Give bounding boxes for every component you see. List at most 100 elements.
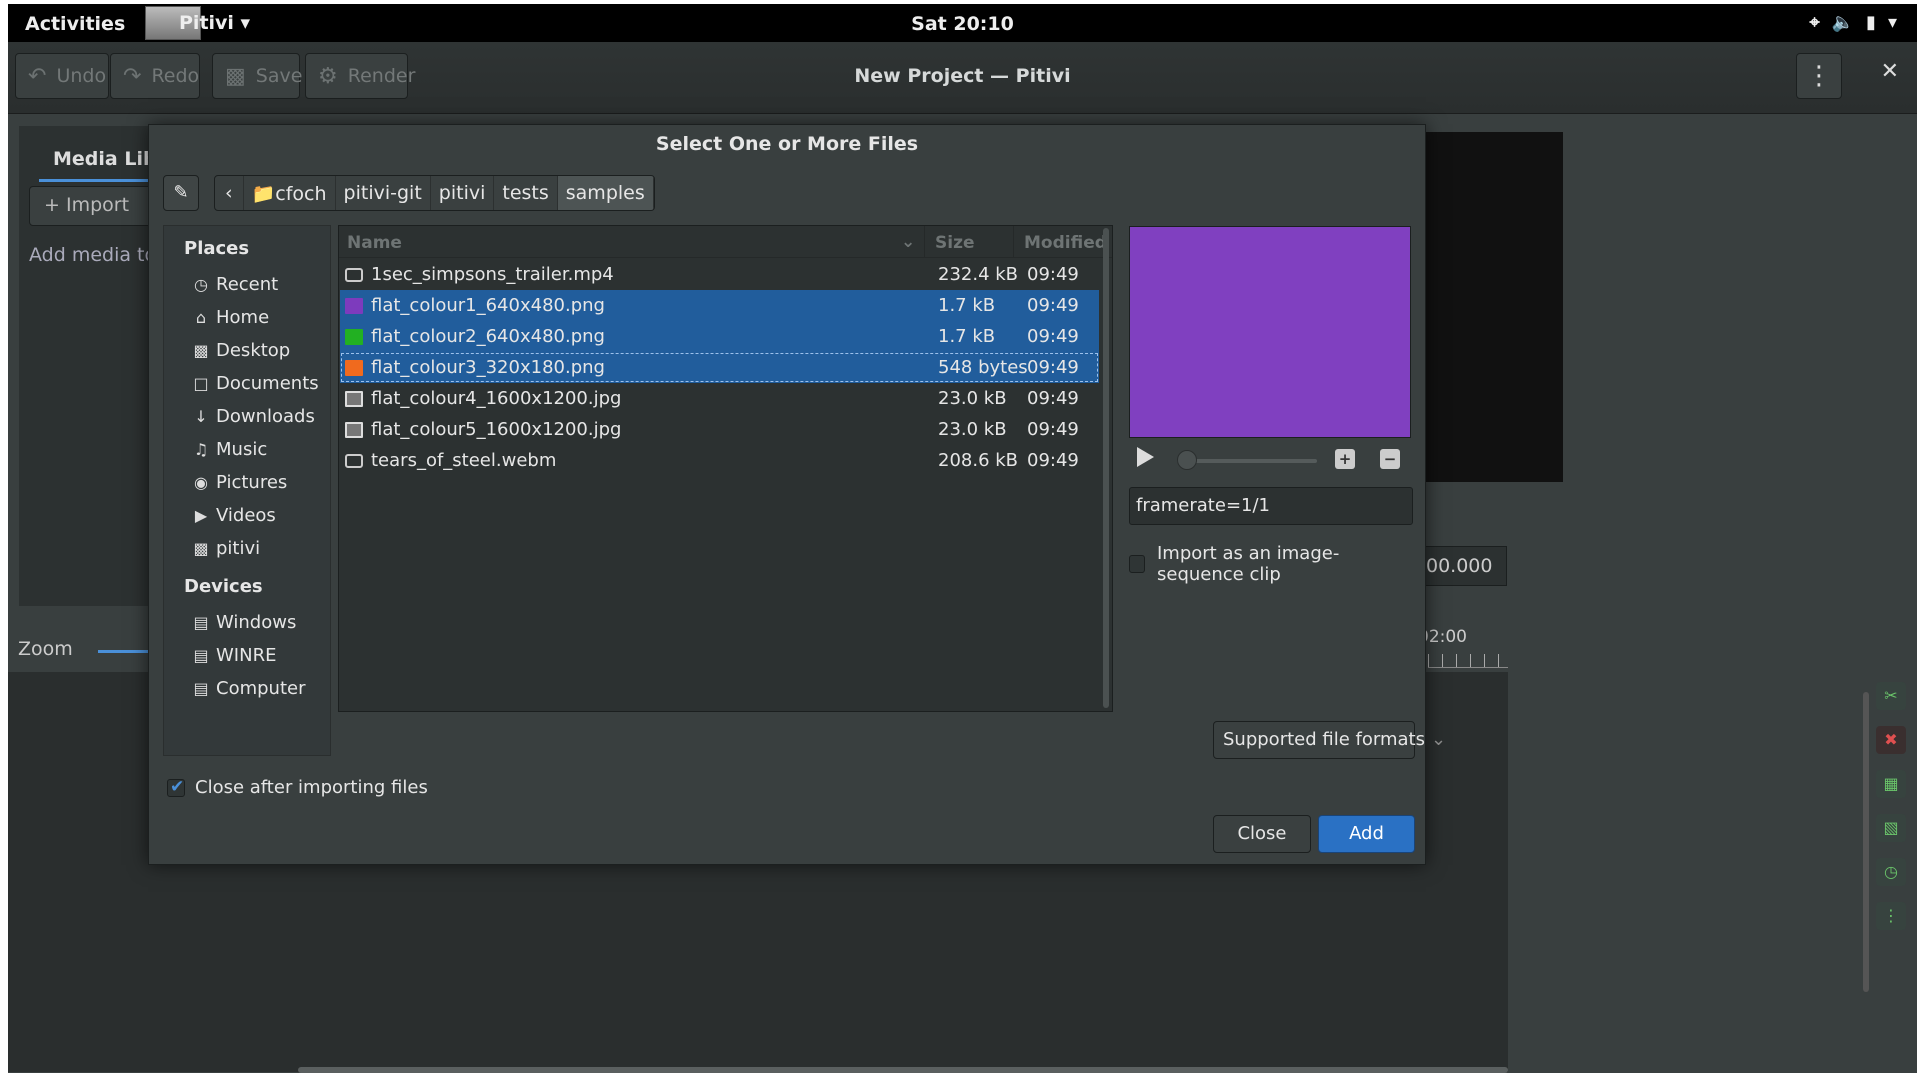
sidebar-item-pictures[interactable]: ◉ Pictures [192, 466, 287, 498]
color-swatch-icon [345, 297, 363, 314]
timeline-horizontal-scrollbar[interactable] [298, 1067, 1508, 1073]
group-icon[interactable]: ▦ [1876, 770, 1906, 798]
save-button[interactable]: ▩ Save [212, 53, 302, 99]
column-size-header[interactable]: Size [935, 233, 975, 253]
table-row[interactable]: flat_colour3_320x180.png 548 bytes 09:49 [340, 352, 1099, 383]
image-sequence-label: Import as an image-sequence clip [1157, 543, 1340, 585]
path-segment-cfoch[interactable]: 📁cfoch [244, 176, 336, 210]
chevron-down-icon: ⌄ [1430, 729, 1447, 750]
zoom-label: Zoom [18, 638, 73, 660]
redo-button[interactable]: ↷ Redo [110, 53, 200, 99]
table-row[interactable]: tears_of_steel.webm 208.6 kB 09:49 [340, 445, 1099, 476]
image-sequence-option[interactable]: Import as an image-sequence clip [1129, 543, 1425, 585]
file-filter-dropdown[interactable]: Supported file formats ⌄ [1213, 721, 1446, 759]
close-after-checkbox[interactable] [167, 777, 185, 797]
drive-icon: ▤ [193, 645, 209, 665]
volume-icon: 🔈 [1831, 12, 1855, 33]
align-icon[interactable]: ◷ [1876, 858, 1906, 886]
video-file-icon [345, 267, 363, 282]
timeline-ruler[interactable] [1428, 654, 1508, 668]
sidebar-item-downloads[interactable]: ↓ Downloads [192, 400, 315, 432]
play-icon[interactable] [1137, 447, 1154, 467]
image-sequence-checkbox[interactable] [1129, 555, 1145, 573]
table-row[interactable]: flat_colour1_640x480.png 1.7 kB 09:49 [340, 290, 1099, 321]
redo-icon: ↷ [123, 63, 142, 89]
media-library-panel: Media Librar + Import Add media to yo [19, 126, 169, 606]
undo-button[interactable]: ↶ Undo [15, 53, 109, 99]
system-tray[interactable]: ⌖ 🔈 ▮ ▾ [1809, 12, 1897, 33]
sidebar-item-computer[interactable]: ▤ Computer [192, 672, 305, 704]
preview-seek-bar[interactable] [1177, 459, 1317, 463]
folder-icon: ▩ [193, 538, 209, 558]
image-file-icon [345, 421, 363, 438]
sidebar-item-label: WINRE [216, 644, 277, 666]
sidebar-item-home[interactable]: ⌂ Home [192, 301, 269, 333]
location-edit-button[interactable]: ✎ [163, 175, 199, 211]
image-file-icon [345, 390, 363, 407]
ungroup-icon[interactable]: ▧ [1876, 814, 1906, 842]
zoom-in-icon[interactable]: + [1335, 449, 1355, 469]
activities-button[interactable]: Activities [25, 13, 125, 35]
sidebar-item-windows[interactable]: ▤ Windows [192, 606, 296, 638]
file-modified: 09:49 [1027, 419, 1079, 440]
places-sidebar: Places ◷ Recent ⌂ Home ▩ Desktop □ Documents… [163, 225, 331, 756]
delete-icon[interactable]: ✖ [1876, 726, 1906, 754]
column-modified-header[interactable]: Modified [1024, 233, 1107, 253]
path-segment-pitivi-git[interactable]: pitivi-git [336, 176, 431, 210]
column-name-header[interactable]: Name [347, 233, 402, 253]
clock[interactable]: Sat 20:10 [8, 13, 1917, 35]
table-row[interactable]: flat_colour2_640x480.png 1.7 kB 09:49 [340, 321, 1099, 352]
split-icon[interactable]: ✂ [1876, 682, 1906, 710]
sidebar-item-music[interactable]: ♫ Music [192, 433, 267, 465]
table-row[interactable]: flat_colour5_1600x1200.jpg 23.0 kB 09:49 [340, 414, 1099, 445]
chevron-left-icon: ‹ [225, 182, 233, 204]
sidebar-item-label: Downloads [216, 405, 315, 427]
undo-icon: ↶ [28, 63, 47, 89]
sidebar-item-label: Recent [216, 273, 279, 295]
path-segment-pitivi[interactable]: pitivi [431, 176, 495, 210]
video-icon: ▶ [194, 505, 208, 525]
sidebar-item-recent[interactable]: ◷ Recent [192, 268, 278, 300]
places-header: Places [184, 238, 250, 259]
framerate-field[interactable]: framerate=1/1 [1129, 487, 1413, 525]
path-segment-samples[interactable]: samples [557, 176, 654, 210]
file-name: flat_colour1_640x480.png [371, 295, 605, 316]
path-segment-tests[interactable]: tests [494, 176, 558, 210]
close-button[interactable]: Close [1213, 815, 1311, 853]
preview-controls: + − [1129, 443, 1411, 479]
seek-handle[interactable] [1177, 450, 1197, 470]
sidebar-item-label: Music [216, 438, 268, 460]
battery-icon: ▮ [1866, 12, 1876, 33]
drive-icon: ▤ [193, 678, 209, 698]
main-menu-button[interactable]: ⋮ [1796, 53, 1842, 99]
file-size: 1.7 kB [938, 326, 996, 347]
timeline-vertical-scrollbar[interactable] [1863, 692, 1869, 992]
file-size: 208.6 kB [938, 450, 1019, 471]
close-after-option[interactable]: Close after importing files [167, 777, 428, 798]
app-menu[interactable]: Pitivi ▾ [145, 4, 262, 42]
sidebar-item-pitivi[interactable]: ▩ pitivi [192, 532, 260, 564]
file-size: 23.0 kB [938, 388, 1007, 409]
time-field[interactable]: 00.000 [1413, 546, 1507, 586]
window-close-icon[interactable]: ✕ [1881, 59, 1899, 84]
table-row[interactable]: flat_colour4_1600x1200.jpg 23.0 kB 09:49 [340, 383, 1099, 414]
file-size: 1.7 kB [938, 295, 996, 316]
sort-chevron-icon: ⌄ [901, 232, 916, 252]
table-row[interactable]: 1sec_simpsons_trailer.mp4 232.4 kB 09:49 [340, 259, 1099, 290]
sidebar-item-videos[interactable]: ▶ Videos [192, 499, 276, 531]
video-file-icon [345, 453, 363, 468]
sidebar-item-desktop[interactable]: ▩ Desktop [192, 334, 290, 366]
close-after-label: Close after importing files [195, 777, 428, 798]
add-button[interactable]: Add [1318, 815, 1415, 853]
kebab-menu-icon: ⋮ [1806, 61, 1832, 91]
file-size: 232.4 kB [938, 264, 1019, 285]
zoom-out-icon[interactable]: − [1380, 449, 1400, 469]
sidebar-item-documents[interactable]: □ Documents [192, 367, 318, 399]
file-list-scrollbar[interactable] [1103, 228, 1109, 708]
keyframe-icon[interactable]: ⋮ [1876, 902, 1906, 930]
sidebar-item-winre[interactable]: ▤ WINRE [192, 639, 276, 671]
folder-icon: ▩ [193, 340, 209, 360]
path-back-button[interactable]: ‹ [215, 176, 244, 210]
clock-icon: ◷ [194, 274, 208, 294]
render-button[interactable]: ⚙ Render [305, 53, 415, 99]
